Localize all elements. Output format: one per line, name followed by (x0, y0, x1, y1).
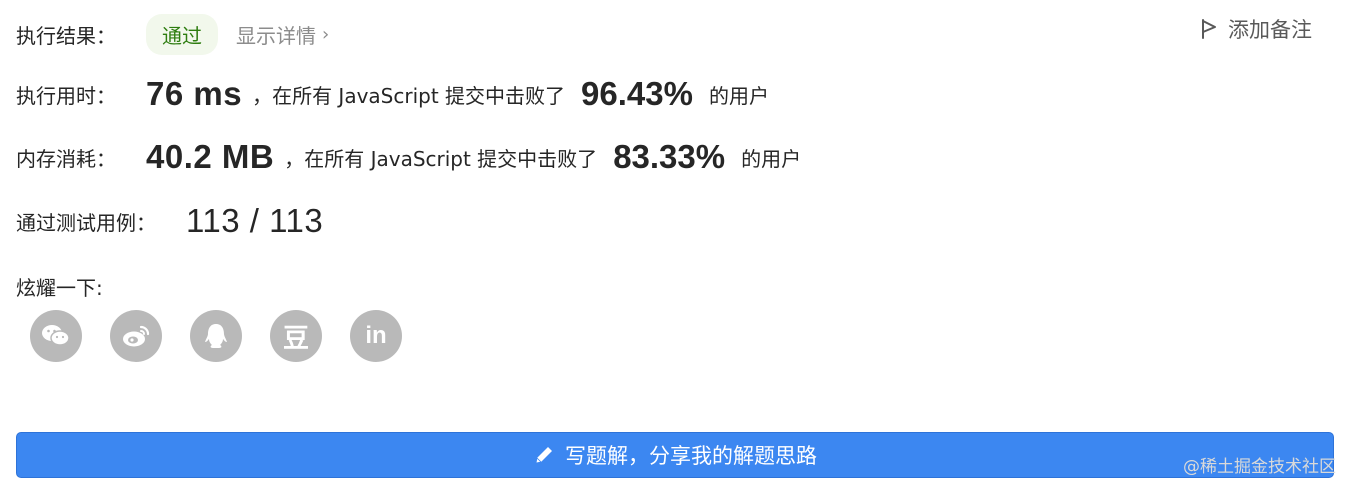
share-label: 炫耀一下: (16, 276, 103, 300)
memory-label: 内存消耗： (16, 146, 116, 171)
write-solution-label: 写题解，分享我的解题思路 (565, 444, 817, 468)
pencil-icon (535, 447, 552, 464)
runtime-middle-text: ，在所有 JavaScript 提交中击败了 (252, 83, 566, 108)
douban-icon[interactable]: 豆 (270, 310, 322, 362)
chevron-right-icon: › (322, 24, 330, 45)
runtime-value: 76 ms (146, 75, 243, 112)
memory-row: 内存消耗： 40.2 MB ，在所有 JavaScript 提交中击败了 83.… (16, 138, 801, 176)
weibo-icon[interactable] (110, 310, 162, 362)
linkedin-glyph: in (365, 322, 387, 349)
share-row: 炫耀一下: (16, 272, 103, 301)
add-note-button[interactable]: 添加备注 (1200, 14, 1312, 44)
douban-glyph: 豆 (282, 323, 309, 354)
result-label: 执行结果： (16, 24, 116, 48)
result-row: 执行结果： 通过 显示详情 › (16, 14, 329, 55)
memory-suffix: 的用户 (741, 146, 802, 171)
runtime-suffix: 的用户 (708, 83, 769, 108)
runtime-row: 执行用时： 76 ms ，在所有 JavaScript 提交中击败了 96.43… (16, 75, 769, 113)
tests-row: 通过测试用例： 113 / 113 (16, 202, 323, 240)
wechat-icon[interactable] (30, 310, 82, 362)
show-details-link[interactable]: 显示详情 › (236, 20, 329, 49)
status-badge: 通过 (146, 14, 218, 55)
memory-value: 40.2 MB (146, 138, 275, 175)
add-note-label: 添加备注 (1228, 18, 1312, 42)
memory-percent: 83.33% (613, 138, 726, 175)
runtime-label: 执行用时： (16, 83, 116, 108)
memory-middle-text: ，在所有 JavaScript 提交中击败了 (284, 146, 598, 171)
tests-value: 113 / 113 (186, 202, 324, 239)
write-solution-button[interactable]: 写题解，分享我的解题思路 (16, 432, 1334, 478)
flag-icon (1202, 19, 1216, 39)
show-details-label: 显示详情 (236, 24, 316, 48)
share-icons: 豆 in (30, 310, 430, 362)
linkedin-icon[interactable]: in (350, 310, 402, 362)
watermark: @稀土掘金技术社区 (1183, 457, 1336, 477)
tests-label: 通过测试用例： (16, 210, 156, 235)
runtime-percent: 96.43% (581, 75, 693, 112)
qq-icon[interactable] (190, 310, 242, 362)
